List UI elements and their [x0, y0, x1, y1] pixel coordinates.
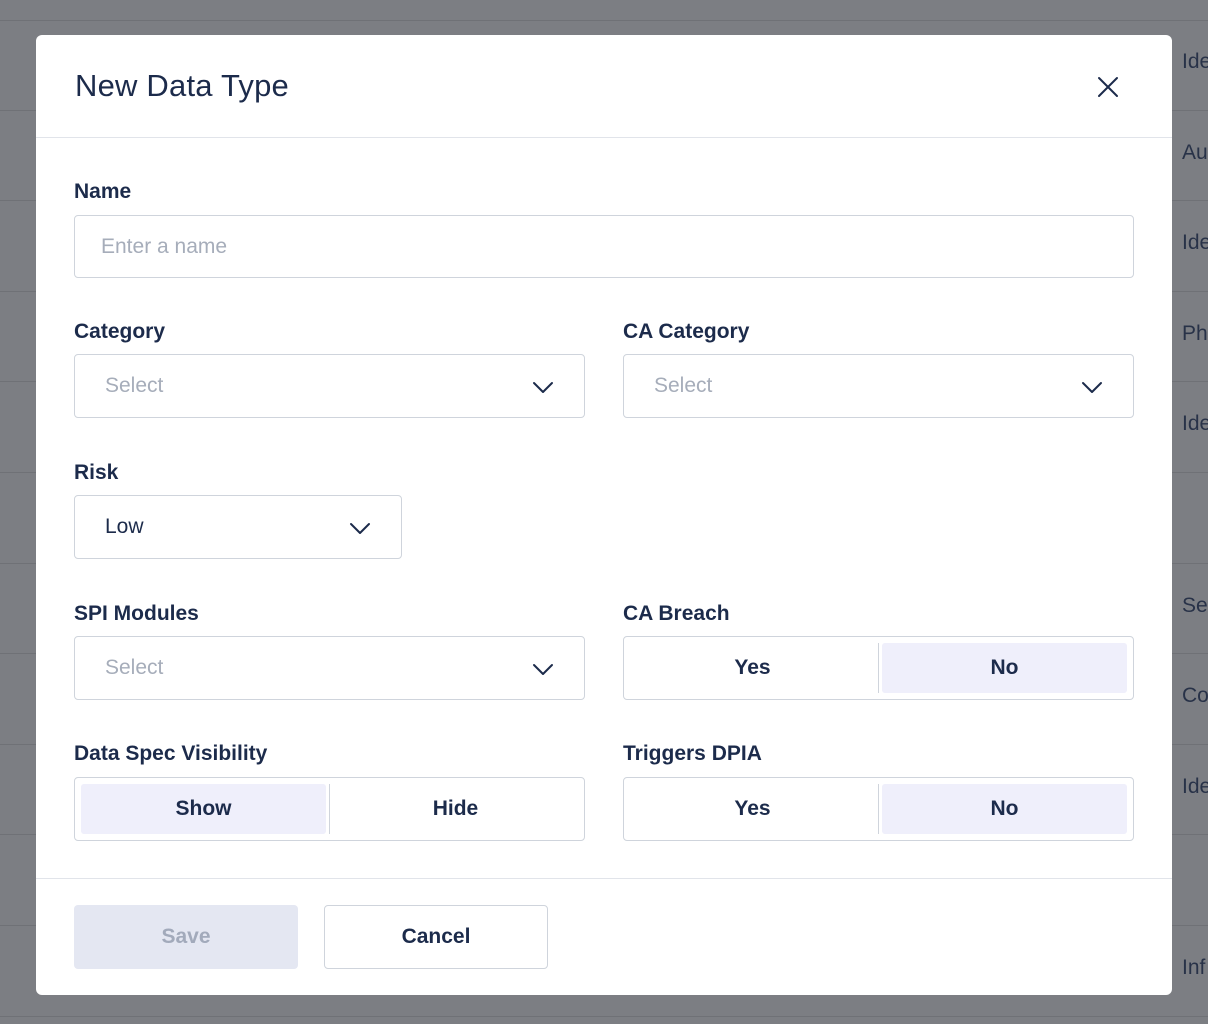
chevron-down-icon	[350, 523, 370, 534]
table-cell: Ide	[1182, 231, 1208, 254]
modal-header: New Data Type	[36, 35, 1172, 138]
table-cell: Ide	[1182, 412, 1208, 435]
name-label: Name	[74, 180, 132, 203]
data-spec-visibility-toggle: Show Hide	[74, 777, 585, 841]
table-row-divider	[0, 20, 1208, 21]
triggers-dpia-yes-option[interactable]: Yes	[630, 784, 875, 834]
triggers-dpia-no-option[interactable]: No	[882, 784, 1127, 834]
save-button[interactable]: Save	[74, 905, 298, 969]
ca-breach-label: CA Breach	[623, 602, 730, 625]
ca-category-select[interactable]: Select	[623, 354, 1134, 418]
table-cell: Ide	[1182, 775, 1208, 798]
chevron-down-icon	[533, 382, 553, 393]
category-select[interactable]: Select	[74, 354, 585, 418]
ca-breach-yes-option[interactable]: Yes	[630, 643, 875, 693]
table-cell: Co	[1182, 684, 1208, 707]
ca-breach-no-option[interactable]: No	[882, 643, 1127, 693]
name-input[interactable]	[74, 215, 1134, 278]
triggers-dpia-toggle: Yes No	[623, 777, 1134, 841]
modal-body: Name Category Select CA Category Select …	[36, 138, 1172, 879]
chevron-down-icon	[533, 664, 553, 675]
table-cell: Au	[1182, 141, 1208, 164]
close-button[interactable]	[1092, 71, 1124, 103]
table-cell: Inf	[1182, 956, 1206, 979]
toggle-divider	[878, 643, 879, 693]
modal-footer: Save Cancel	[36, 879, 1172, 994]
chevron-down-icon	[1082, 382, 1102, 393]
risk-select[interactable]: Low	[74, 495, 402, 559]
data-spec-visibility-label: Data Spec Visibility	[74, 742, 268, 765]
ca-category-label: CA Category	[623, 320, 750, 343]
close-icon	[1098, 77, 1118, 97]
table-row-divider	[0, 1016, 1208, 1017]
category-select-value: Select	[105, 374, 164, 397]
spi-modules-label: SPI Modules	[74, 602, 199, 625]
table-cell: Ide	[1182, 50, 1208, 73]
table-cell: Ph	[1182, 322, 1208, 345]
modal-title: New Data Type	[75, 68, 289, 103]
risk-label: Risk	[74, 461, 119, 484]
toggle-divider	[329, 784, 330, 834]
table-cell: Se	[1182, 594, 1208, 617]
cancel-button[interactable]: Cancel	[324, 905, 548, 969]
data-spec-visibility-show-option[interactable]: Show	[81, 784, 326, 834]
ca-category-select-value: Select	[654, 374, 713, 397]
triggers-dpia-label: Triggers DPIA	[623, 742, 762, 765]
spi-modules-select-value: Select	[105, 656, 164, 679]
toggle-divider	[878, 784, 879, 834]
data-spec-visibility-hide-option[interactable]: Hide	[333, 784, 578, 834]
risk-select-value: Low	[105, 515, 144, 538]
spi-modules-select[interactable]: Select	[74, 636, 585, 700]
new-data-type-modal: New Data Type Name Category Select CA Ca…	[36, 35, 1172, 995]
ca-breach-toggle: Yes No	[623, 636, 1134, 700]
category-label: Category	[74, 320, 166, 343]
